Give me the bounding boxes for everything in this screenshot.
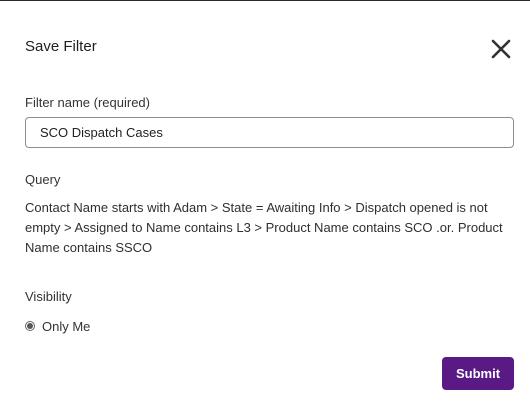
filter-name-input[interactable] — [25, 117, 514, 148]
query-text: Contact Name starts with Adam > State = … — [25, 200, 503, 255]
close-icon — [491, 39, 511, 59]
radio-button[interactable] — [25, 321, 35, 331]
visibility-option-only-me[interactable]: Only Me — [25, 317, 90, 335]
save-filter-dialog: Save Filter Filter name (required) Query… — [0, 0, 530, 403]
query-label: Query — [25, 172, 61, 187]
close-button[interactable] — [490, 38, 512, 60]
filter-name-label: Filter name (required) — [25, 95, 150, 110]
submit-button[interactable]: Submit — [442, 357, 514, 390]
dialog-title: Save Filter — [25, 38, 97, 55]
radio-selected-dot — [27, 323, 33, 329]
radio-label: Only Me — [42, 318, 91, 334]
visibility-label: Visibility — [25, 289, 72, 304]
